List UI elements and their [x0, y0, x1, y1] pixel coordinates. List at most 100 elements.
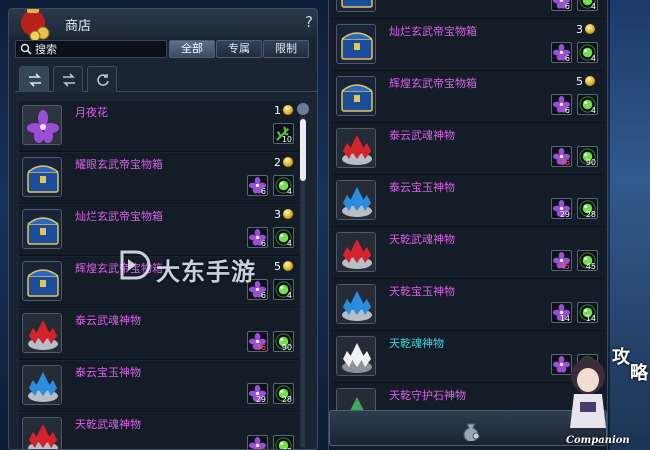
- help-button[interactable]: ?: [305, 13, 313, 31]
- item-thumbnail[interactable]: [336, 24, 376, 64]
- gold-coin-icon: [283, 261, 293, 271]
- item-thumbnail[interactable]: [336, 0, 376, 12]
- material-slot[interactable]: 14: [551, 302, 572, 323]
- item-thumbnail[interactable]: [336, 232, 376, 272]
- shop-item-row[interactable]: 灿烂玄武帝宝物箱 3 6 4: [333, 20, 603, 71]
- material-slot[interactable]: 4: [577, 94, 598, 115]
- material-slot[interactable]: 6: [247, 227, 268, 248]
- material-count: 14: [559, 314, 570, 323]
- shop-item-row[interactable]: 天乾武魂神物 45 45: [19, 413, 299, 449]
- tab-refresh[interactable]: [87, 66, 117, 92]
- material-slot[interactable]: 29: [551, 198, 572, 219]
- scroll-up-icon[interactable]: [297, 103, 309, 115]
- material-slot[interactable]: 4: [273, 175, 294, 196]
- material-slot[interactable]: 6: [551, 94, 572, 115]
- material-count: 90: [281, 343, 292, 352]
- material-count: 36: [559, 158, 570, 167]
- material-count: 4: [590, 2, 596, 11]
- shop-item-row[interactable]: 泰云宝玉神物 29 28: [19, 361, 299, 412]
- shop-item-row[interactable]: 泰云武魂神物 36 90: [333, 124, 603, 175]
- material-slot[interactable]: 90: [273, 331, 294, 352]
- item-price: 3: [576, 23, 595, 36]
- item-thumbnail[interactable]: [22, 313, 62, 353]
- material-slot[interactable]: 6: [247, 175, 268, 196]
- material-slot[interactable]: 28: [273, 383, 294, 404]
- blue-crystal-icon: [337, 285, 375, 323]
- scrollbar-thumb[interactable]: [300, 119, 306, 181]
- item-price: 2: [274, 156, 293, 169]
- material-slot[interactable]: 29: [247, 383, 268, 404]
- material-count: 29: [255, 395, 266, 404]
- shop-item-row[interactable]: 辉煌玄武帝宝物箱 5 6 4: [333, 72, 603, 123]
- item-thumbnail[interactable]: [22, 365, 62, 405]
- filter-exclusive-button[interactable]: 专属: [216, 40, 262, 58]
- material-slot[interactable]: 4: [273, 227, 294, 248]
- material-slot[interactable]: 45: [247, 435, 268, 449]
- shop-item-row[interactable]: 泰云武魂神物 36 90: [19, 309, 299, 360]
- material-slot[interactable]: 6: [551, 0, 572, 11]
- material-count: 45: [559, 262, 570, 271]
- price-value: 2: [274, 156, 281, 169]
- material-slot[interactable]: 14: [577, 302, 598, 323]
- shop-item-row[interactable]: 月夜花 1 10: [19, 101, 299, 152]
- item-thumbnail[interactable]: [336, 284, 376, 324]
- item-thumbnail[interactable]: [22, 157, 62, 197]
- material-slot[interactable]: 45: [577, 250, 598, 271]
- red-crystal-icon: [337, 233, 375, 271]
- material-slot[interactable]: 4: [273, 279, 294, 300]
- item-thumbnail[interactable]: [22, 261, 62, 301]
- gold-coin-icon: [585, 76, 595, 86]
- search-box[interactable]: [15, 40, 167, 58]
- material-count: 28: [585, 210, 596, 219]
- material-slot[interactable]: 36: [247, 331, 268, 352]
- title-bar: 商店 ?: [9, 9, 317, 42]
- material-slot[interactable]: 36: [551, 146, 572, 167]
- filter-all-button[interactable]: 全部: [169, 40, 215, 58]
- scrollbar[interactable]: [297, 103, 309, 447]
- price-value: 3: [576, 23, 583, 36]
- material-count: 28: [281, 395, 292, 404]
- shop-item-row[interactable]: 天乾武魂神物 45 45: [333, 228, 603, 279]
- item-thumbnail[interactable]: [336, 76, 376, 116]
- tab-exchange-1[interactable]: [19, 66, 49, 92]
- material-slot[interactable]: 45: [273, 435, 294, 449]
- gold-coin-icon: [283, 209, 293, 219]
- material-slot[interactable]: 10: [273, 123, 294, 144]
- tab-exchange-2[interactable]: [53, 66, 83, 92]
- shop-bag-icon: [21, 9, 50, 42]
- price-value: 3: [274, 208, 281, 221]
- chest-icon: [23, 262, 61, 300]
- material-count: 10: [281, 135, 292, 144]
- swap-arrows-icon: [63, 73, 75, 87]
- material-slot[interactable]: 28: [577, 198, 598, 219]
- shop-item-row[interactable]: 泰云宝玉神物 29 28: [333, 176, 603, 227]
- material-slot[interactable]: 4: [577, 0, 598, 11]
- watermark-text: 大东手游: [156, 258, 256, 286]
- material-slot[interactable]: 6: [551, 42, 572, 63]
- material-slot[interactable]: 90: [577, 146, 598, 167]
- item-price: 5: [576, 75, 595, 88]
- filter-limited-button[interactable]: 限制: [263, 40, 309, 58]
- shop-item-row[interactable]: 天乾宝玉神物 14 14: [333, 280, 603, 331]
- blue-crystal-icon: [337, 181, 375, 219]
- item-thumbnail[interactable]: [22, 417, 62, 449]
- material-slot[interactable]: 4: [577, 42, 598, 63]
- item-price: 3: [274, 208, 293, 221]
- material-slot[interactable]: 45: [551, 250, 572, 271]
- item-thumbnail[interactable]: [22, 209, 62, 249]
- item-name: 天乾守护石神物: [389, 389, 466, 402]
- material-count: 29: [559, 210, 570, 219]
- shop-item-row[interactable]: 64: [333, 0, 603, 19]
- item-thumbnail[interactable]: [336, 128, 376, 168]
- item-thumbnail[interactable]: [336, 336, 376, 376]
- red-crystal-icon: [23, 418, 61, 449]
- material-count: 6: [564, 106, 570, 115]
- watermark-icon: [120, 250, 151, 280]
- item-name: 泰云武魂神物: [389, 129, 455, 142]
- item-name: 灿烂玄武帝宝物箱: [389, 25, 477, 38]
- item-thumbnail[interactable]: [22, 105, 62, 145]
- gold-coin-icon: [283, 157, 293, 167]
- search-input[interactable]: [35, 41, 163, 57]
- item-thumbnail[interactable]: [336, 180, 376, 220]
- shop-item-row[interactable]: 耀眼玄武帝宝物箱 2 6 4: [19, 153, 299, 204]
